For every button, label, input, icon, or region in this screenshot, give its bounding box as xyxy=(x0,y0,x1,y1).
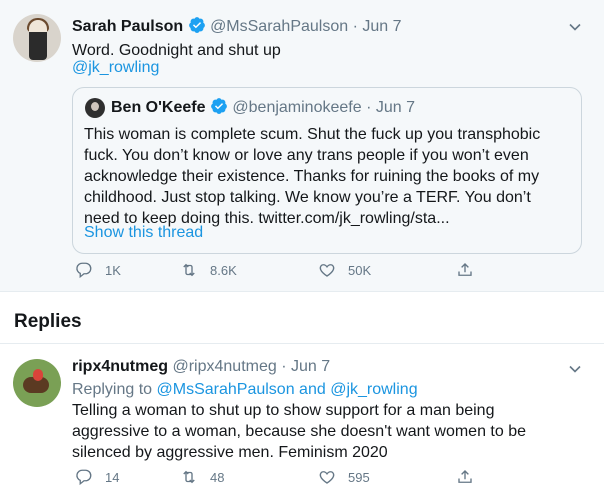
replying-to: Replying to @MsSarahPaulson and @jk_rowl… xyxy=(72,379,418,400)
quoted-text-line: fuck. You don’t know or love any trans p… xyxy=(84,147,529,164)
tweet-actions: 1K 8.6K 50K xyxy=(75,261,486,279)
like-button[interactable]: 50K xyxy=(318,261,456,279)
author-name[interactable]: ripx4nutmeg xyxy=(72,358,168,375)
mention-link[interactable]: @jk_rowling xyxy=(72,57,159,78)
reply-tweet[interactable]: ripx4nutmeg @ripx4nutmeg · Jun 7 Replyin… xyxy=(0,343,604,492)
quoted-text-line: acknowledge their existence. Thanks for … xyxy=(84,168,540,185)
like-icon xyxy=(319,264,335,277)
main-tweet[interactable]: Sarah Paulson @MsSarahPaulson · Jun 7 Wo… xyxy=(0,0,604,292)
share-button[interactable] xyxy=(456,468,486,486)
like-icon xyxy=(319,471,335,484)
show-thread-link[interactable]: Show this thread xyxy=(84,222,203,243)
reply-actions: 14 48 595 xyxy=(75,468,486,486)
chevron-down-icon[interactable] xyxy=(568,362,582,376)
author-handle[interactable]: @MsSarahPaulson xyxy=(210,18,348,35)
avatar[interactable] xyxy=(13,14,61,62)
tweet-header: Sarah Paulson @MsSarahPaulson · Jun 7 xyxy=(72,16,402,36)
retweet-icon xyxy=(183,470,195,484)
quoted-avatar xyxy=(85,98,105,118)
reply-icon xyxy=(76,262,92,279)
share-icon xyxy=(458,470,472,483)
reply-text-line: silenced by aggressive men. Feminism 202… xyxy=(72,444,388,461)
like-count: 595 xyxy=(348,469,370,485)
reply-count: 1K xyxy=(105,262,121,278)
retweet-icon xyxy=(183,263,195,277)
like-count: 50K xyxy=(348,262,372,278)
quoted-text-line: childhood. Just stop talking. We know yo… xyxy=(84,189,531,206)
quoted-header: Ben O'Keefe @benjaminokeefe · Jun 7 xyxy=(111,97,415,117)
separator: · xyxy=(281,358,287,375)
avatar[interactable] xyxy=(13,359,61,407)
share-button[interactable] xyxy=(456,261,486,279)
quoted-tweet[interactable]: Ben O'Keefe @benjaminokeefe · Jun 7 This… xyxy=(72,87,582,254)
retweet-count: 8.6K xyxy=(210,262,237,278)
tweet-date[interactable]: Jun 7 xyxy=(291,358,330,375)
verified-badge-icon xyxy=(188,17,205,33)
retweet-button[interactable]: 8.6K xyxy=(180,261,318,279)
reply-text-line: Telling a woman to shut up to show suppo… xyxy=(72,402,495,419)
retweet-button[interactable]: 48 xyxy=(180,468,318,486)
reply-icon xyxy=(76,469,92,486)
replies-heading: Replies xyxy=(14,311,82,332)
chevron-down-icon[interactable] xyxy=(568,20,582,34)
reply-text-line: aggressive to a woman, because she doesn… xyxy=(72,423,526,440)
tweet-date[interactable]: Jun 7 xyxy=(362,18,401,35)
like-button[interactable]: 595 xyxy=(318,468,456,486)
reply-header: ripx4nutmeg @ripx4nutmeg · Jun 7 xyxy=(72,358,330,376)
author-name[interactable]: Sarah Paulson xyxy=(72,18,183,35)
replying-to-user[interactable]: @jk_rowling xyxy=(330,381,417,398)
quoted-date: Jun 7 xyxy=(375,99,415,116)
quoted-author-name: Ben O'Keefe xyxy=(111,99,206,116)
quoted-author-handle: @benjaminokeefe xyxy=(232,99,362,116)
quoted-text-line: This woman is complete scum. Shut the fu… xyxy=(84,126,541,143)
reply-button[interactable]: 1K xyxy=(75,261,180,279)
replying-to-and: and xyxy=(299,381,326,398)
separator: · xyxy=(366,99,372,116)
share-icon xyxy=(458,263,472,276)
author-handle[interactable]: @ripx4nutmeg xyxy=(172,358,276,375)
retweet-count: 48 xyxy=(210,469,225,485)
separator: · xyxy=(352,18,358,35)
verified-badge-icon xyxy=(211,98,227,114)
replying-to-prefix: Replying to xyxy=(72,381,153,398)
reply-count: 14 xyxy=(105,469,120,485)
replying-to-user[interactable]: @MsSarahPaulson xyxy=(157,381,295,398)
reply-button[interactable]: 14 xyxy=(75,468,180,486)
